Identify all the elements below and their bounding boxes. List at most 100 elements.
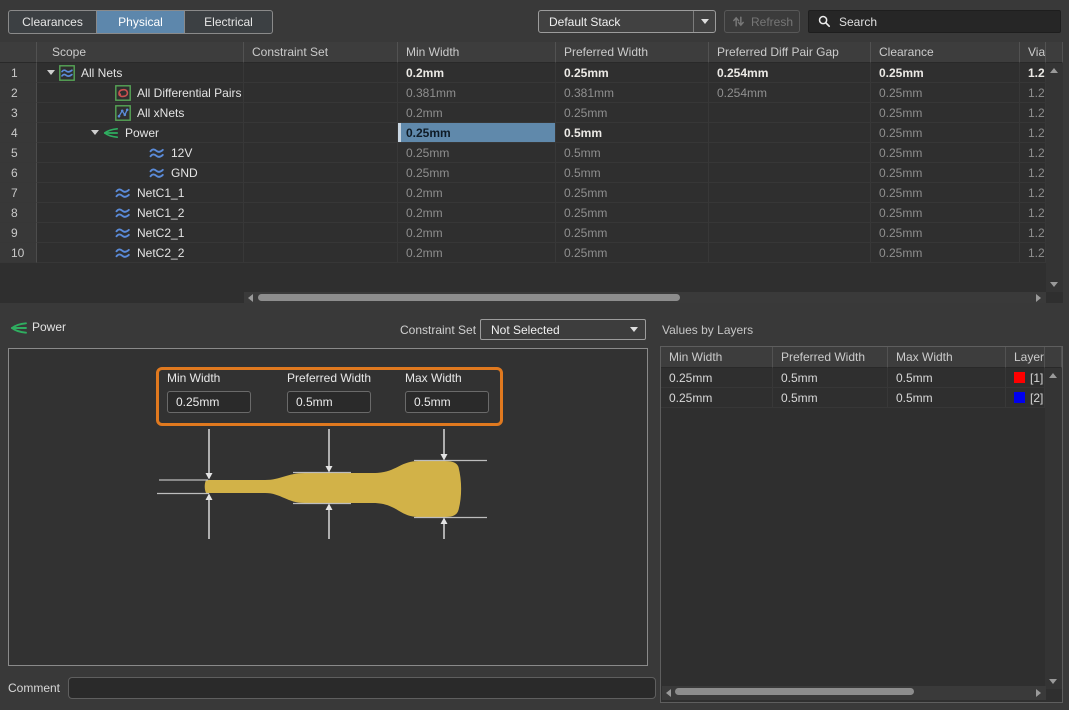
scroll-up-arrow-icon[interactable]: [1049, 373, 1057, 378]
cell-clearance[interactable]: 0.25mm: [871, 143, 1020, 163]
cell-constraint-set[interactable]: [244, 103, 398, 123]
cell-diff-pair-gap[interactable]: [709, 223, 871, 243]
cell-diff-pair-gap[interactable]: [709, 103, 871, 123]
cell-clearance[interactable]: 0.25mm: [871, 223, 1020, 243]
row-number[interactable]: 2: [0, 83, 37, 103]
cell-scope[interactable]: Power: [37, 123, 244, 143]
grid-vertical-scrollbar[interactable]: [1046, 63, 1063, 292]
search-input[interactable]: [839, 15, 1029, 29]
cell-diff-pair-gap[interactable]: [709, 163, 871, 183]
scroll-left-arrow-icon[interactable]: [666, 689, 671, 697]
cell-scope[interactable]: 12V: [37, 143, 244, 163]
row-number[interactable]: 7: [0, 183, 37, 203]
layers-vertical-scrollbar[interactable]: [1045, 368, 1062, 689]
cell-constraint-set[interactable]: [244, 243, 398, 263]
column-header-constraint-set[interactable]: Constraint Set: [244, 42, 398, 63]
tab-physical[interactable]: Physical: [96, 10, 185, 34]
cell-diff-pair-gap[interactable]: [709, 123, 871, 143]
cell-clearance[interactable]: 0.25mm: [871, 163, 1020, 183]
scroll-right-arrow-icon[interactable]: [1036, 294, 1041, 302]
tab-electrical[interactable]: Electrical: [184, 10, 273, 34]
cell-preferred-width[interactable]: 0.25mm: [556, 103, 709, 123]
cell-preferred-width[interactable]: 0.25mm: [556, 203, 709, 223]
cell-min-width[interactable]: 0.25mm: [398, 163, 556, 183]
cell-diff-pair-gap[interactable]: 0.254mm: [709, 63, 871, 83]
cell-min-width[interactable]: 0.2mm: [398, 203, 556, 223]
cell-scope[interactable]: GND: [37, 163, 244, 183]
cell-preferred-width[interactable]: 0.381mm: [556, 83, 709, 103]
layers-column-header-layer[interactable]: Layer: [1006, 347, 1045, 368]
scroll-thumb[interactable]: [258, 294, 680, 301]
scroll-down-arrow-icon[interactable]: [1049, 679, 1057, 684]
layer-cell-layer[interactable]: [1]: [1006, 368, 1045, 388]
row-number[interactable]: 6: [0, 163, 37, 183]
cell-preferred-width[interactable]: 0.25mm: [556, 63, 709, 83]
cell-preferred-width[interactable]: 0.25mm: [556, 223, 709, 243]
cell-scope[interactable]: All xNets: [37, 103, 244, 123]
layers-horizontal-scrollbar[interactable]: [662, 686, 1046, 700]
cell-diff-pair-gap[interactable]: [709, 243, 871, 263]
dropdown-button[interactable]: [623, 320, 645, 339]
cell-constraint-set[interactable]: [244, 223, 398, 243]
cell-via[interactable]: 1.2: [1020, 243, 1046, 263]
cell-constraint-set[interactable]: [244, 163, 398, 183]
layer-cell-min-width[interactable]: 0.25mm: [661, 388, 773, 408]
cell-via[interactable]: 1.2: [1020, 103, 1046, 123]
cell-scope[interactable]: NetC2_1: [37, 223, 244, 243]
preferred-width-input[interactable]: [287, 391, 371, 413]
cell-clearance[interactable]: 0.25mm: [871, 203, 1020, 223]
grid-horizontal-scrollbar[interactable]: [244, 292, 1046, 303]
comment-input[interactable]: [68, 677, 656, 699]
cell-min-width[interactable]: 0.2mm: [398, 103, 556, 123]
layers-column-header-min-width[interactable]: Min Width: [661, 347, 773, 368]
cell-diff-pair-gap[interactable]: [709, 203, 871, 223]
cell-constraint-set[interactable]: [244, 123, 398, 143]
cell-preferred-width[interactable]: 0.5mm: [556, 163, 709, 183]
cell-clearance[interactable]: 0.25mm: [871, 183, 1020, 203]
column-header-scope[interactable]: Scope: [37, 42, 244, 63]
layer-cell-layer[interactable]: [2]: [1006, 388, 1045, 408]
cell-diff-pair-gap[interactable]: [709, 183, 871, 203]
scroll-up-arrow-icon[interactable]: [1050, 68, 1058, 73]
cell-scope[interactable]: NetC2_2: [37, 243, 244, 263]
column-header-preferred-width[interactable]: Preferred Width: [556, 42, 709, 63]
scroll-thumb[interactable]: [675, 688, 914, 695]
cell-preferred-width[interactable]: 0.5mm: [556, 123, 709, 143]
layer-cell-min-width[interactable]: 0.25mm: [661, 368, 773, 388]
row-number[interactable]: 10: [0, 243, 37, 263]
row-number[interactable]: 4: [0, 123, 37, 143]
layer-stack-dropdown[interactable]: Default Stack: [538, 10, 716, 33]
cell-constraint-set[interactable]: [244, 83, 398, 103]
cell-scope[interactable]: NetC1_2: [37, 203, 244, 223]
layer-cell-preferred-width[interactable]: 0.5mm: [773, 368, 888, 388]
cell-via[interactable]: 1.2: [1020, 203, 1046, 223]
cell-constraint-set[interactable]: [244, 63, 398, 83]
scroll-left-arrow-icon[interactable]: [248, 294, 253, 302]
scroll-right-arrow-icon[interactable]: [1036, 689, 1041, 697]
cell-via[interactable]: 1.2: [1020, 63, 1046, 83]
refresh-button[interactable]: Refresh: [724, 10, 800, 33]
dropdown-button[interactable]: [693, 11, 715, 32]
scroll-down-arrow-icon[interactable]: [1050, 282, 1058, 287]
cell-clearance[interactable]: 0.25mm: [871, 123, 1020, 143]
cell-via[interactable]: 1.2: [1020, 123, 1046, 143]
max-width-input[interactable]: [405, 391, 489, 413]
cell-diff-pair-gap[interactable]: [709, 143, 871, 163]
cell-constraint-set[interactable]: [244, 143, 398, 163]
row-number[interactable]: 3: [0, 103, 37, 123]
row-number[interactable]: 5: [0, 143, 37, 163]
cell-via[interactable]: 1.2: [1020, 223, 1046, 243]
layers-column-header-preferred-width[interactable]: Preferred Width: [773, 347, 888, 368]
cell-preferred-width[interactable]: 0.25mm: [556, 243, 709, 263]
column-header-row-number[interactable]: [0, 42, 37, 63]
cell-clearance[interactable]: 0.25mm: [871, 63, 1020, 83]
cell-preferred-width[interactable]: 0.5mm: [556, 143, 709, 163]
expand-arrow-icon[interactable]: [47, 67, 59, 79]
expand-arrow-icon[interactable]: [91, 127, 103, 139]
cell-scope[interactable]: All Differential Pairs: [37, 83, 244, 103]
row-number[interactable]: 8: [0, 203, 37, 223]
cell-min-width[interactable]: 0.2mm: [398, 223, 556, 243]
column-header-clearance[interactable]: Clearance: [871, 42, 1020, 63]
tab-clearances[interactable]: Clearances: [8, 10, 97, 34]
constraint-set-dropdown[interactable]: Not Selected: [480, 319, 646, 340]
